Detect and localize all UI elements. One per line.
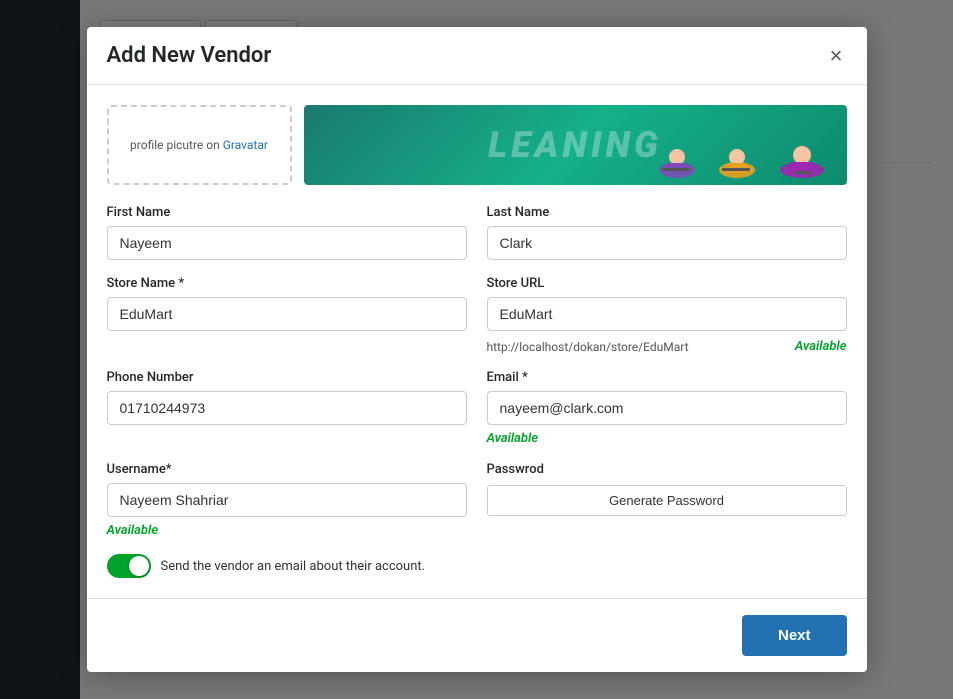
phone-email-row: Phone Number Email * Available [107, 370, 847, 446]
first-name-group: First Name [107, 205, 467, 260]
banner-box: LEANING [304, 105, 847, 185]
add-vendor-modal: Add New Vendor × profile picutre on Grav… [87, 27, 867, 672]
profile-pic-box: profile picutre on Gravatar [107, 105, 292, 185]
first-name-label: First Name [107, 205, 467, 220]
phone-label: Phone Number [107, 370, 467, 385]
last-name-label: Last Name [487, 205, 847, 220]
url-hint: http://localhost/dokan/store/EduMart [487, 340, 689, 354]
store-url-label: Store URL [487, 276, 847, 291]
profile-pic-text: profile picutre on Gravatar [130, 138, 268, 152]
banner-figures [647, 105, 847, 185]
first-name-input[interactable] [107, 226, 467, 260]
phone-input[interactable] [107, 391, 467, 425]
store-url-input[interactable] [487, 297, 847, 331]
last-name-group: Last Name [487, 205, 847, 260]
password-group: Passwrod Generate Password [487, 462, 847, 538]
modal-close-button[interactable]: × [826, 45, 847, 67]
modal-header: Add New Vendor × [87, 27, 867, 85]
generate-password-button[interactable]: Generate Password [487, 485, 847, 516]
email-group: Email * Available [487, 370, 847, 446]
modal-footer: Next [87, 598, 867, 672]
banner-text: LEANING [488, 124, 662, 166]
email-toggle-switch[interactable] [107, 554, 151, 578]
email-available: Available [487, 431, 847, 446]
username-input[interactable] [107, 483, 467, 517]
phone-group: Phone Number [107, 370, 467, 446]
email-toggle-label: Send the vendor an email about their acc… [161, 559, 426, 574]
last-name-input[interactable] [487, 226, 847, 260]
next-button[interactable]: Next [742, 615, 847, 656]
toggle-track [107, 554, 151, 578]
store-name-label: Store Name * [107, 276, 467, 291]
store-url-group: Store URL http://localhost/dokan/store/E… [487, 276, 847, 354]
username-label: Username* [107, 462, 467, 477]
modal-body: profile picutre on Gravatar LEANING [87, 85, 867, 598]
name-row: First Name Last Name [107, 205, 847, 260]
email-toggle-row: Send the vendor an email about their acc… [107, 554, 847, 578]
username-available: Available [107, 523, 467, 538]
password-label: Passwrod [487, 462, 847, 477]
toggle-knob [129, 556, 149, 576]
username-group: Username* Available [107, 462, 467, 538]
url-hint-row: http://localhost/dokan/store/EduMart Ava… [487, 339, 847, 354]
gravatar-link[interactable]: Gravatar [223, 138, 268, 152]
username-password-row: Username* Available Passwrod Generate Pa… [107, 462, 847, 538]
store-url-available: Available [795, 339, 847, 354]
store-name-group: Store Name * [107, 276, 467, 354]
profile-area: profile picutre on Gravatar LEANING [107, 105, 847, 185]
store-name-input[interactable] [107, 297, 467, 331]
email-input[interactable] [487, 391, 847, 425]
email-label: Email * [487, 370, 847, 385]
modal-overlay: Add New Vendor × profile picutre on Grav… [0, 0, 953, 699]
modal-title: Add New Vendor [107, 43, 272, 68]
store-row: Store Name * Store URL http://localhost/… [107, 276, 847, 354]
